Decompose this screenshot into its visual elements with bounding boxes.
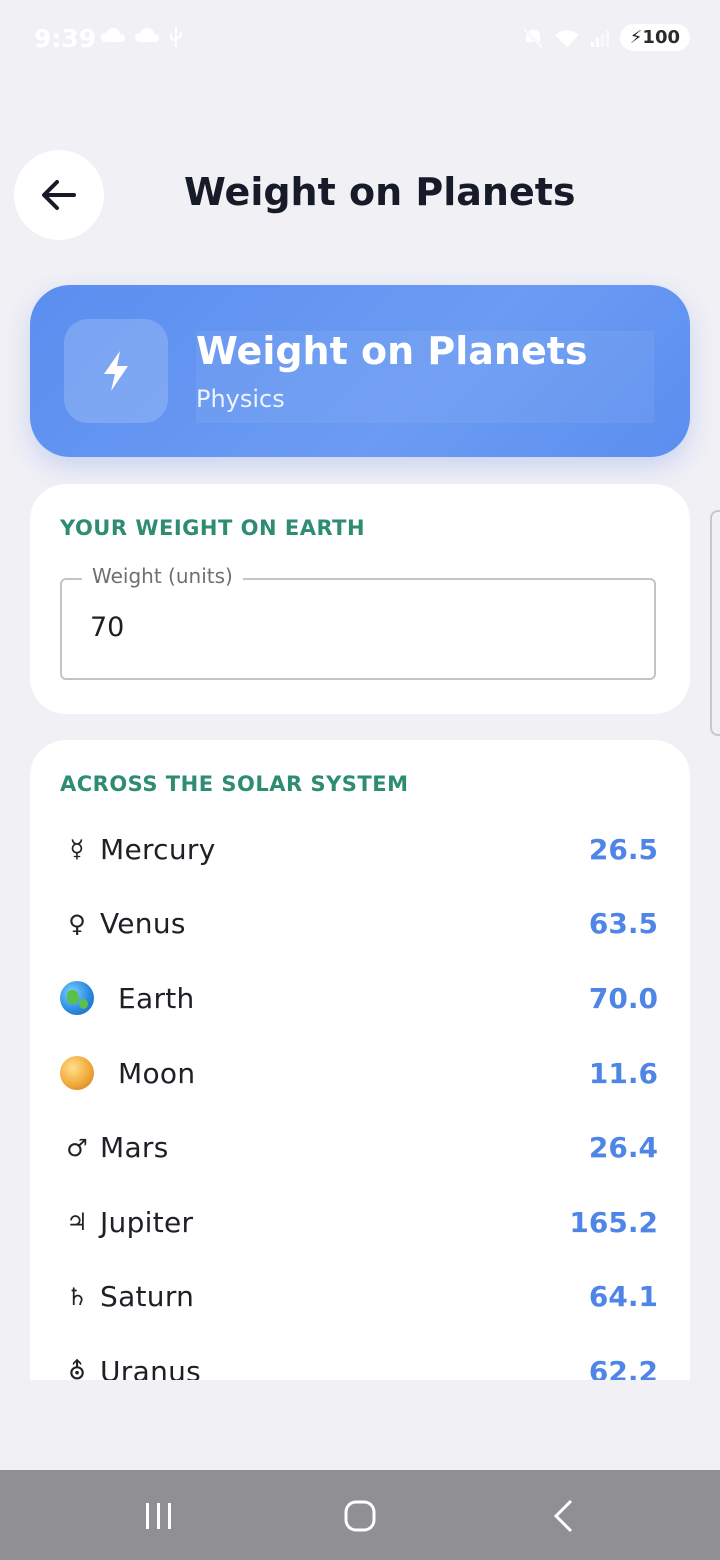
planet-weight: 165.2 (569, 1205, 658, 1239)
uranus-icon: ⛢ (68, 1357, 86, 1380)
back-icon (553, 1499, 573, 1533)
edge-panel-handle[interactable] (710, 510, 720, 736)
weight-input-card: YOUR WEIGHT ON EARTH Weight (units) 70 (30, 484, 690, 714)
hero-icon-box (64, 319, 168, 423)
status-bar: 9:39 ⚡100 (0, 0, 720, 78)
planet-name: Moon (118, 1056, 196, 1090)
cloud-icon (135, 28, 159, 42)
planet-name: Jupiter (100, 1205, 194, 1239)
saturn-icon: ♄ (66, 1282, 88, 1311)
planet-name: Venus (100, 907, 186, 941)
planet-weight: 11.6 (588, 1056, 658, 1090)
globe-icon (60, 981, 94, 1016)
wifi-icon (554, 29, 579, 47)
planet-weight: 26.5 (588, 832, 658, 866)
jupiter-icon: ♃ (66, 1208, 88, 1237)
weight-field[interactable]: Weight (units) 70 (60, 564, 656, 680)
planets-section-label: ACROSS THE SOLAR SYSTEM (60, 772, 409, 796)
planet-row-moon: Moon 11.6 (60, 1036, 660, 1111)
home-button[interactable] (335, 1496, 385, 1536)
page-title: Weight on Planets (184, 170, 576, 214)
moon-icon (60, 1056, 94, 1091)
planet-name: Saturn (100, 1280, 195, 1314)
weight-section-label: YOUR WEIGHT ON EARTH (60, 516, 366, 540)
status-time: 9:39 (34, 24, 97, 53)
planet-name: Uranus (100, 1354, 202, 1380)
hero-card: Weight on Planets Physics (30, 285, 690, 457)
hero-subtitle: Physics (196, 385, 285, 413)
arrow-left-icon (42, 180, 76, 210)
planet-row-mercury: ☿ Mercury 26.5 (60, 812, 660, 887)
planet-row-saturn: ♄ Saturn 64.1 (60, 1260, 660, 1335)
back-button[interactable] (14, 150, 104, 240)
planet-weight: 70.0 (588, 981, 658, 1015)
planet-weight: 26.4 (588, 1131, 658, 1165)
planet-weight: 63.5 (588, 907, 658, 941)
planet-name: Mars (100, 1131, 169, 1165)
usb-icon (170, 27, 182, 47)
battery-level: 100 (642, 27, 680, 48)
planet-row-uranus: ⛢ Uranus 62.2 (60, 1334, 660, 1380)
planet-row-venus: ♀ Venus 63.5 (60, 887, 660, 962)
status-left-icons (100, 26, 184, 48)
signal-icon (590, 29, 609, 47)
planet-name: Earth (118, 981, 195, 1015)
planet-row-mars: ♂ Mars 26.4 (60, 1110, 660, 1185)
weight-field-label: Weight (units) (82, 564, 243, 588)
hero-title: Weight on Planets (196, 329, 588, 373)
mercury-icon: ☿ (69, 835, 85, 864)
recents-icon (146, 1503, 171, 1529)
lightning-icon (104, 351, 128, 391)
planet-weight: 64.1 (588, 1280, 658, 1314)
recents-button[interactable] (134, 1496, 184, 1536)
mars-icon: ♂ (66, 1133, 88, 1162)
planet-list: ☿ Mercury 26.5 ♀ Venus 63.5 Earth 70.0 M… (60, 812, 660, 1380)
venus-icon: ♀ (68, 909, 86, 938)
battery-indicator: ⚡100 (619, 24, 690, 51)
system-nav-bar (0, 1470, 720, 1560)
nav-back-button[interactable] (538, 1496, 588, 1536)
planet-row-earth: Earth 70.0 (60, 961, 660, 1036)
planet-list-card: ACROSS THE SOLAR SYSTEM ☿ Mercury 26.5 ♀… (30, 740, 690, 1380)
weight-field-value[interactable]: 70 (90, 612, 124, 643)
home-icon (344, 1500, 376, 1532)
planet-weight: 62.2 (588, 1354, 658, 1380)
battery-bolt-icon: ⚡ (629, 27, 643, 48)
status-right-icons: ⚡100 (522, 24, 690, 51)
cloud-icon (101, 28, 125, 42)
planet-name: Mercury (100, 832, 216, 866)
mute-icon (522, 27, 543, 48)
planet-row-jupiter: ♃ Jupiter 165.2 (60, 1185, 660, 1260)
